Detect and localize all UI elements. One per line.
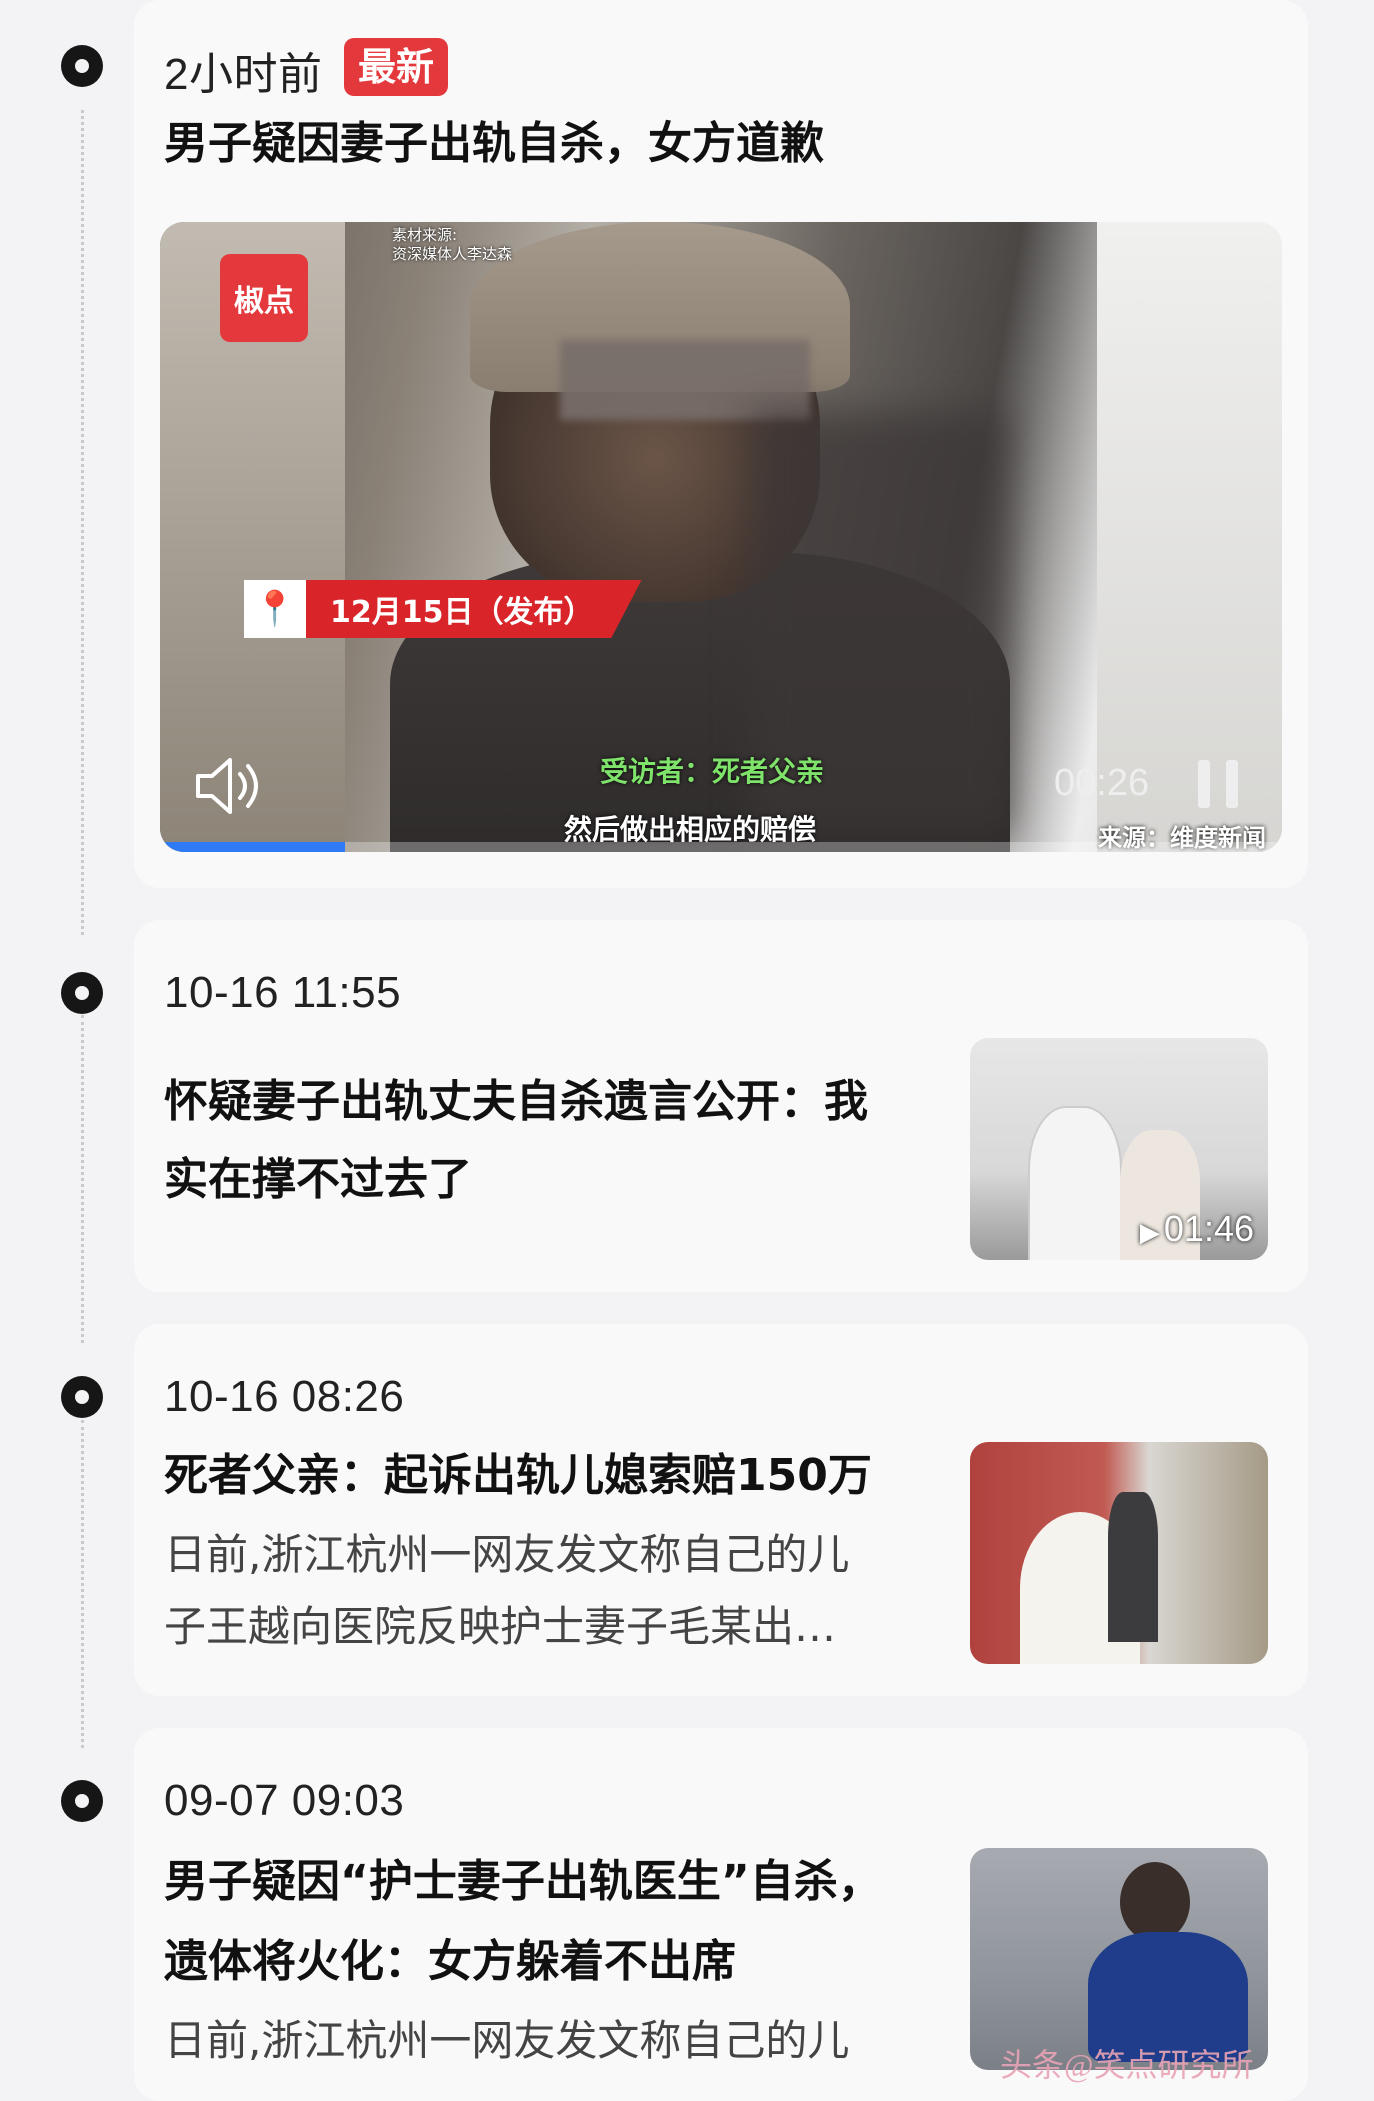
video-duration-text: 01:46 bbox=[1163, 1208, 1254, 1249]
channel-logo: 椒点 bbox=[220, 254, 308, 342]
item-time: 10-16 11:55 bbox=[164, 968, 402, 1017]
pause-icon[interactable] bbox=[1198, 760, 1238, 808]
thumbnail-subject bbox=[1120, 1862, 1190, 1942]
date-tag-label: 12月15日（发布） bbox=[306, 580, 642, 638]
item-title-line[interactable]: 怀疑妻子出轨丈夫自杀遗言公开：我 bbox=[164, 1062, 868, 1142]
privacy-blur bbox=[560, 340, 810, 420]
video-player[interactable]: 椒点 素材来源: 资深媒体人李达森 📍 12月15日（发布） 受访者：死者父亲 … bbox=[160, 222, 1282, 852]
timeline-dot bbox=[61, 1376, 103, 1418]
volume-icon[interactable] bbox=[188, 746, 268, 826]
video-frame-background bbox=[1097, 222, 1282, 852]
item-title[interactable]: 死者父亲：起诉出轨儿媳索赔150万 bbox=[164, 1436, 872, 1516]
location-pin-icon: 📍 bbox=[244, 580, 306, 638]
source-note-line: 资深媒体人李达森 bbox=[392, 245, 513, 263]
thumbnail-subject bbox=[1030, 1108, 1120, 1260]
timeline-connector bbox=[81, 110, 84, 935]
source-note: 素材来源: 资深媒体人李达森 bbox=[392, 226, 512, 264]
item-summary-line: 子王越向医院反映护士妻子毛某出… bbox=[164, 1602, 837, 1651]
date-tag: 📍 12月15日（发布） bbox=[244, 580, 642, 638]
item-title-line[interactable]: 男子疑因“护士妻子出轨医生”自杀， bbox=[164, 1842, 882, 1922]
video-timer: 00:26 bbox=[1054, 762, 1150, 804]
item-title-line[interactable]: 实在撑不过去了 bbox=[164, 1140, 472, 1220]
thumbnail-subject bbox=[1108, 1492, 1158, 1642]
video-thumbnail[interactable]: ▶ 01:46 bbox=[970, 1038, 1268, 1260]
item-time: 09-07 09:03 bbox=[164, 1776, 405, 1825]
latest-badge: 最新 bbox=[344, 38, 449, 96]
item-title[interactable]: 男子疑因妻子出轨自杀，女方道歉 bbox=[164, 104, 824, 184]
item-time: 10-16 08:26 bbox=[164, 1372, 405, 1421]
item-time: 2小时前 bbox=[164, 50, 323, 99]
item-summary-line: 日前,浙江杭州一网友发文称自己的儿 bbox=[164, 2016, 850, 2065]
timeline-connector bbox=[81, 1015, 84, 1343]
speaker-caption: 受访者：死者父亲 bbox=[600, 755, 825, 788]
article-thumbnail[interactable] bbox=[970, 1442, 1268, 1664]
video-duration: ▶ 01:46 bbox=[1140, 1208, 1254, 1250]
timeline-dot bbox=[61, 45, 103, 87]
watermark: 头条@笑点研究所 bbox=[1000, 2047, 1254, 2083]
timeline-dot bbox=[61, 1780, 103, 1822]
item-summary-line: 日前,浙江杭州一网友发文称自己的儿 bbox=[164, 1530, 850, 1579]
article-thumbnail[interactable] bbox=[970, 1848, 1268, 2070]
play-icon: ▶ bbox=[1139, 1217, 1160, 1247]
item-title-line[interactable]: 遗体将火化：女方躲着不出席 bbox=[164, 1922, 736, 2002]
timeline-connector bbox=[81, 1420, 84, 1748]
video-progress-fill bbox=[160, 842, 346, 852]
source-note-line: 素材来源: bbox=[392, 226, 458, 244]
timeline-dot bbox=[61, 972, 103, 1014]
